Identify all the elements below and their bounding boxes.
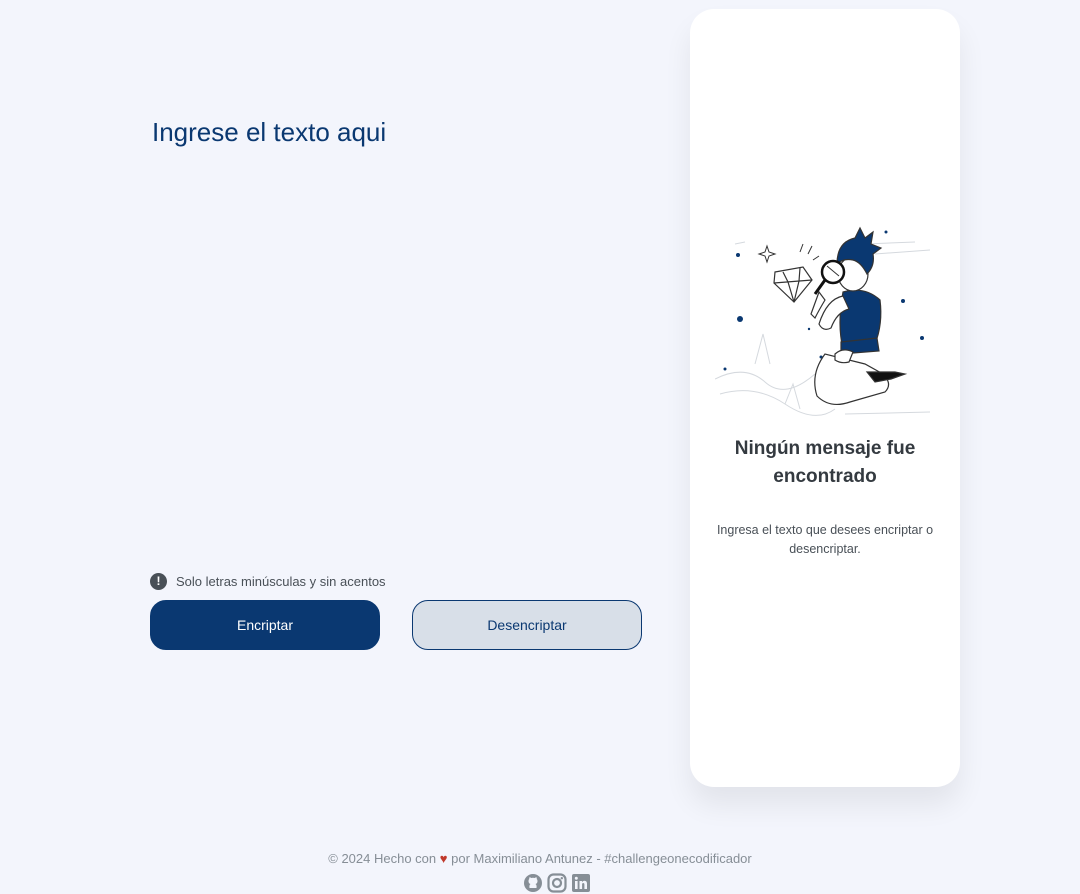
footer: © 2024 Hecho con ♥ por Maximiliano Antun…: [0, 851, 1080, 866]
footer-prefix: © 2024 Hecho con: [328, 851, 437, 866]
exclamation-circle-icon: !: [150, 572, 167, 590]
person-with-magnifying-glass-illustration: [715, 226, 931, 416]
info-notice: ! Solo letras minúsculas y sin acentos: [150, 572, 386, 590]
heart-icon: ♥: [439, 851, 448, 866]
output-panel: Ningún mensaje fue encontrado Ingresa el…: [690, 9, 960, 787]
output-description: Ingresa el texto que desees encriptar o …: [716, 523, 934, 556]
decrypt-button[interactable]: Desencriptar: [412, 600, 642, 650]
social-links: [523, 873, 591, 893]
github-icon[interactable]: [523, 873, 543, 893]
linkedin-icon[interactable]: [571, 873, 591, 893]
text-input[interactable]: [152, 114, 642, 534]
output-title: Ningún mensaje fue encontrado: [734, 438, 916, 487]
instagram-icon[interactable]: [547, 873, 567, 893]
input-area: [150, 100, 642, 540]
footer-suffix: por Maximiliano Antunez - #challengeonec…: [451, 851, 752, 866]
notice-text: Solo letras minúsculas y sin acentos: [176, 573, 386, 589]
encrypt-button[interactable]: Encriptar: [150, 600, 380, 650]
